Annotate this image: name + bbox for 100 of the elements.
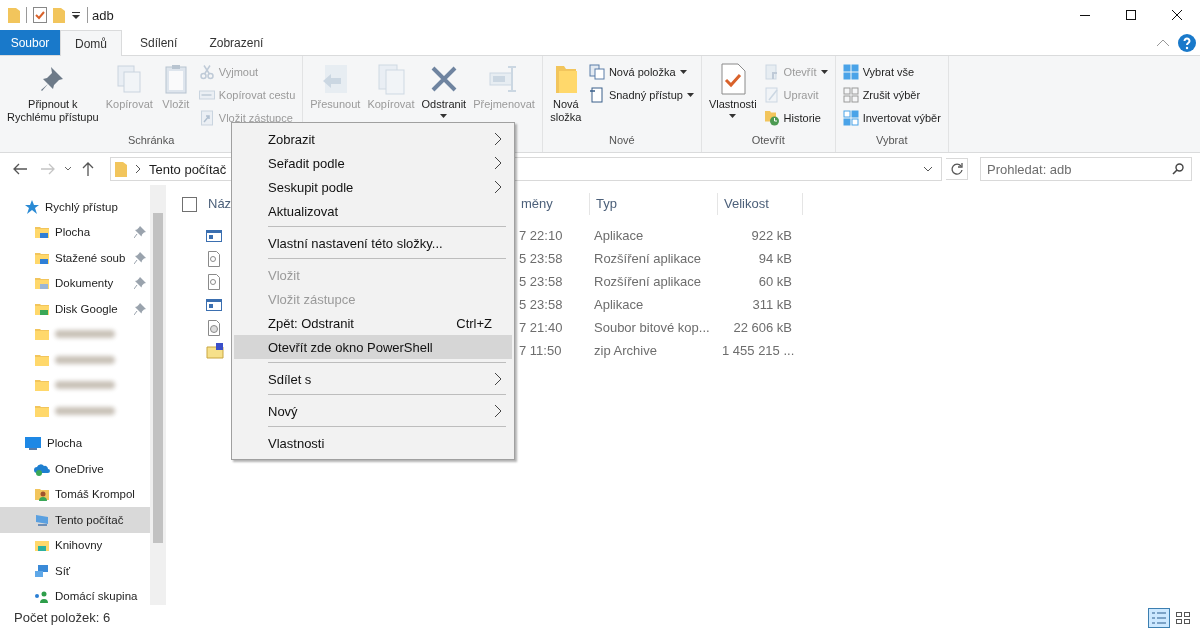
- open-icon: [763, 63, 780, 80]
- folder-icon: [34, 326, 50, 343]
- window-title: adb: [92, 7, 114, 23]
- menu-item[interactable]: Zpět: Odstranit Ctrl+Z: [234, 311, 512, 335]
- list-icon: [1152, 611, 1166, 624]
- grid-icon: [1176, 611, 1190, 624]
- column-header[interactable]: Typ: [590, 193, 718, 215]
- group-label: Vybrat: [876, 134, 908, 146]
- table-cell-text: 311 kB: [751, 297, 793, 312]
- nav-item[interactable]: Domácí skupina: [0, 583, 150, 605]
- nav-item[interactable]: Stažené soub: [0, 245, 150, 271]
- folder-icon: [34, 377, 50, 394]
- group-label: Schránka: [127, 134, 175, 146]
- table-cell-text: Aplikace: [593, 297, 645, 312]
- folder-icon: [8, 7, 20, 23]
- ribbon-button[interactable]: Vlastnosti: [706, 61, 759, 132]
- column-header[interactable]: Velikost: [718, 193, 803, 215]
- minimize-icon: [1080, 14, 1090, 16]
- nav-item[interactable]: Knihovny: [0, 532, 150, 558]
- scrollbar[interactable]: [150, 185, 166, 605]
- star-icon: [24, 198, 40, 215]
- nav-item[interactable]: Rychlý přístup: [0, 194, 150, 220]
- table-cell-text: Soubor bitové kop...: [593, 320, 711, 335]
- up-arrow-icon: [82, 162, 94, 176]
- table-cell-text: Rozšíření aplikace: [593, 274, 702, 289]
- ribbon-button[interactable]: Vybrat vše: [840, 61, 943, 82]
- table-cell-text: Aplikace: [593, 228, 645, 243]
- nav-item[interactable]: Dokumenty: [0, 270, 150, 296]
- chevron-down-icon[interactable]: [923, 166, 933, 172]
- table-cell-text: 5 23:58: [518, 297, 564, 312]
- table-cell-text: 922 kB: [750, 228, 793, 243]
- folder-icon: [34, 224, 50, 241]
- table-cell-text: Rozšíření aplikace: [593, 251, 702, 266]
- nav-item[interactable]: Disk Google: [0, 296, 150, 322]
- folder-icon: [34, 275, 50, 292]
- details-view-button[interactable]: [1148, 607, 1170, 628]
- monitor-icon: [24, 435, 42, 452]
- ribbon-button[interactable]: Snadný přístup: [586, 84, 696, 105]
- history-icon: [763, 109, 780, 126]
- edit-icon: [763, 86, 780, 103]
- ribbon-button[interactable]: Zrušit výběr: [840, 84, 943, 105]
- table-cell-text: 60 kB: [757, 274, 793, 289]
- ribbon-tab[interactable]: Sdílení: [126, 30, 192, 55]
- new-item-icon: [588, 63, 605, 80]
- table-cell-text: 5 23:58: [518, 274, 564, 289]
- nav-item[interactable]: OneDrive: [0, 456, 150, 482]
- group-label: Otevřít: [751, 134, 785, 146]
- group-label: Nové: [609, 134, 635, 146]
- network-icon: [34, 562, 50, 579]
- search-icon: [1172, 163, 1184, 175]
- ribbon-button[interactable]: Nová složka: [547, 61, 584, 132]
- status-text: Počet položek: 6: [14, 610, 111, 625]
- collapse-icon[interactable]: [1156, 38, 1170, 47]
- grid-icon: [842, 63, 859, 80]
- menu-item[interactable]: Nový: [234, 399, 512, 423]
- table-cell-text: 5 23:58: [518, 251, 564, 266]
- scissors-icon: [198, 63, 215, 80]
- folder-icon: [115, 161, 127, 177]
- nav-item[interactable]: Plocha: [0, 219, 150, 245]
- ribbon-tab[interactable]: Soubor: [0, 30, 60, 55]
- menu-item[interactable]: Vlastní nastavení této složky...: [234, 231, 512, 255]
- folder-icon: [53, 7, 65, 23]
- ribbon-tab[interactable]: Zobrazení: [195, 30, 278, 55]
- close-icon: [1172, 10, 1182, 20]
- help-icon[interactable]: [1178, 33, 1196, 52]
- ribbon-button[interactable]: Připnout k Rychlému přístupu: [5, 61, 101, 132]
- checked-document-icon: [33, 7, 47, 23]
- file-gear-icon: [206, 273, 222, 290]
- window-icon: [206, 296, 222, 313]
- empty-grid-icon: [842, 86, 859, 103]
- nav-item[interactable]: Plocha: [0, 430, 150, 456]
- ribbon-tab[interactable]: Domů: [60, 30, 122, 56]
- ribbon-button[interactable]: Invertovat výběr: [840, 107, 943, 128]
- refresh-button[interactable]: [946, 158, 968, 180]
- nav-item[interactable]: Tento počítač: [0, 507, 150, 533]
- shortcut-icon: [198, 109, 215, 126]
- nav-item[interactable]: Síť: [0, 558, 150, 584]
- ribbon-button[interactable]: Nová položka: [586, 61, 696, 82]
- table-cell-text: 7 11:50: [518, 343, 563, 358]
- chevron-down-icon[interactable]: [64, 166, 72, 172]
- table-cell-text: 1 455 215 ...: [721, 343, 796, 358]
- document-icon: [588, 86, 605, 103]
- menu-item[interactable]: Vlastnosti: [234, 431, 512, 455]
- forward-arrow-icon: [41, 163, 55, 175]
- user-icon: [34, 486, 50, 503]
- table-cell-text: 7 21:40: [518, 320, 564, 335]
- breadcrumb[interactable]: Tento počítač: [149, 161, 227, 177]
- ribbon-button[interactable]: Historie: [761, 107, 830, 128]
- dropdown-icon[interactable]: [71, 10, 81, 20]
- table-cell-text: 22 606 kB: [732, 320, 793, 335]
- invert-grid-icon: [842, 109, 859, 126]
- menu-item[interactable]: Otevřít zde okno PowerShell: [234, 335, 512, 359]
- search-field[interactable]: Prohledat: adb: [980, 157, 1192, 181]
- select-all-checkbox[interactable]: [182, 196, 197, 212]
- nav-item[interactable]: Tomáš Krompol: [0, 481, 150, 507]
- file-gear-icon: [206, 250, 222, 267]
- menu-item[interactable]: Sdílet s: [234, 367, 512, 391]
- maximize-icon: [1126, 10, 1136, 20]
- zip-folder-icon: [206, 342, 224, 359]
- window-icon: [206, 227, 222, 244]
